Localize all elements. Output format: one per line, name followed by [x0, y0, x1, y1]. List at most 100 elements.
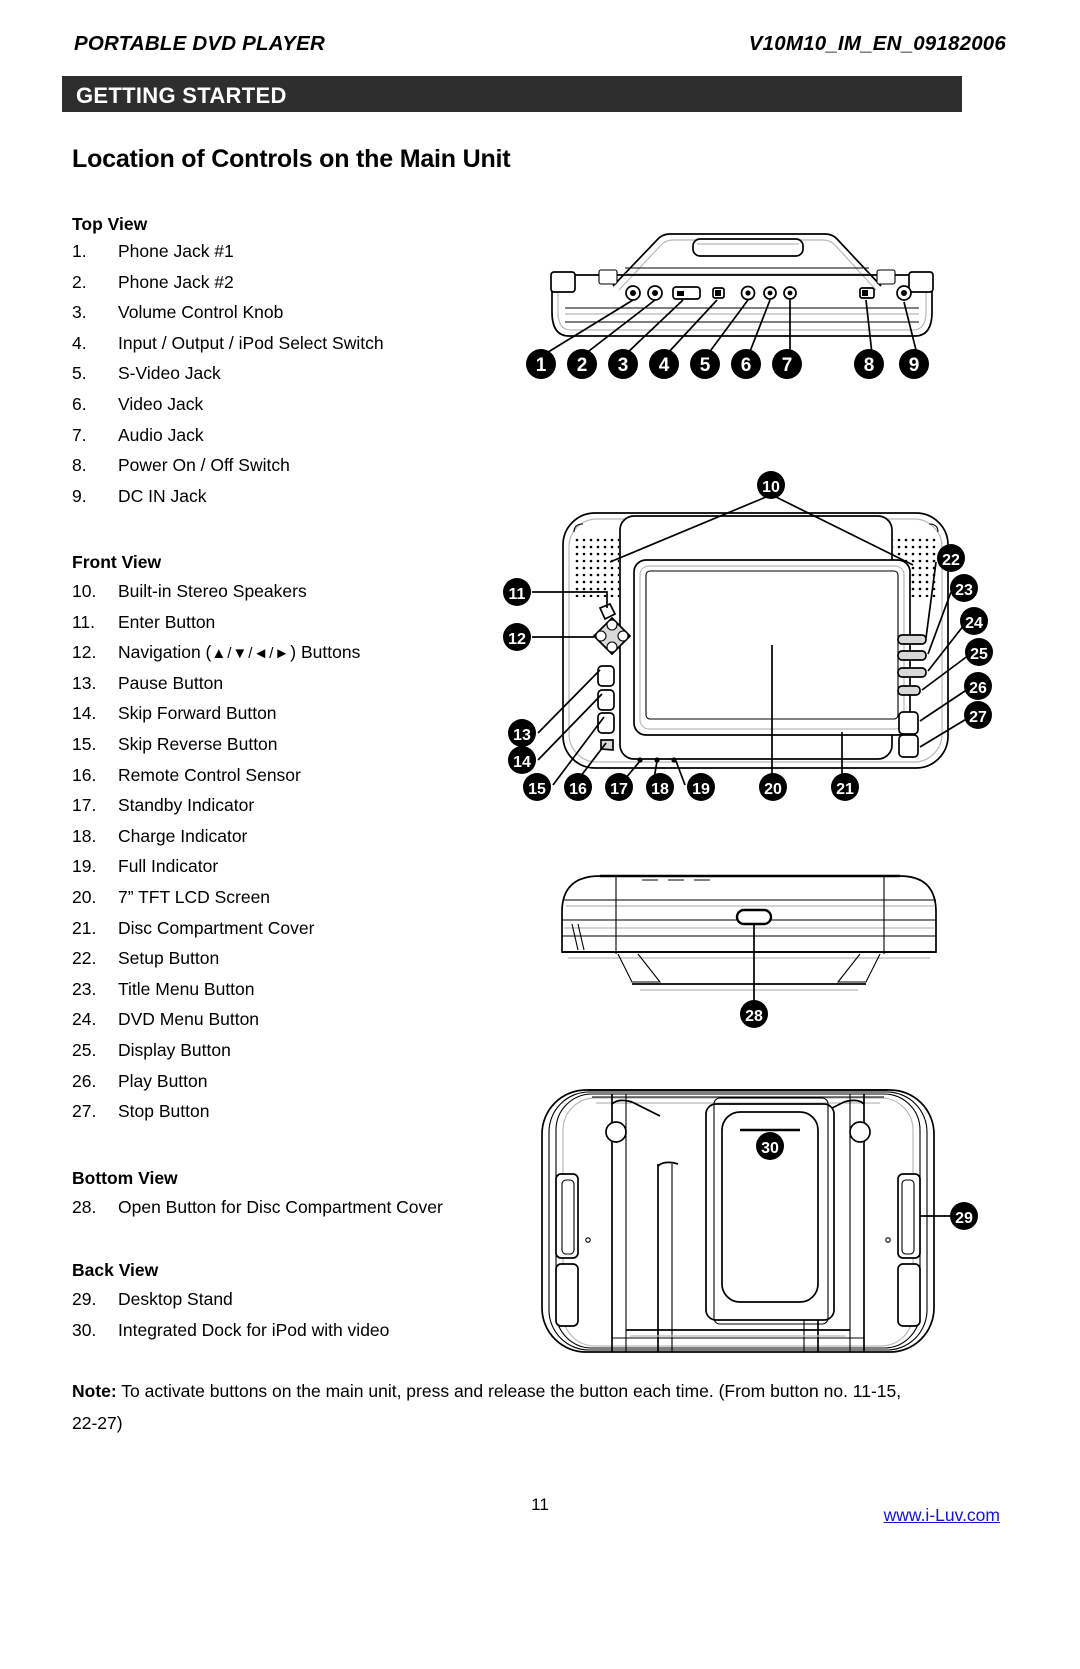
svg-text:10: 10	[762, 479, 780, 496]
list-item-number: 1.	[72, 241, 87, 261]
svg-text:24: 24	[965, 615, 983, 632]
list-item-number: 5.	[72, 363, 87, 384]
svg-text:5: 5	[700, 355, 711, 376]
list-item: 30. Integrated Dock for iPod with video	[72, 1319, 390, 1352]
callout-30: 30	[756, 1132, 784, 1160]
svg-text:21: 21	[836, 781, 854, 798]
list-item: 11. Enter Button	[72, 611, 360, 644]
list-item-number: 17.	[72, 795, 97, 816]
callout-12: 12	[503, 623, 531, 651]
callout-6: 6	[731, 349, 761, 379]
note-text: To activate buttons on the main unit, pr…	[72, 1381, 902, 1434]
list-front-view: 10. Built-in Stereo Speakers 11. Enter Butt…	[72, 582, 360, 1133]
list-item: 28. Open Button for Disc Compartment Cove…	[72, 1198, 443, 1229]
list-item-label: Full Indicator	[118, 856, 219, 877]
list-item-label: 7” TFT LCD Screen	[118, 886, 271, 907]
list-item: 24. DVD Menu Button	[72, 1010, 360, 1041]
svg-text:1: 1	[536, 355, 547, 376]
callout-26: 26	[964, 672, 992, 700]
list-item-label: S-Video Jack	[118, 363, 221, 384]
svg-text:27: 27	[969, 709, 987, 726]
list-item-label: Skip Reverse Button	[118, 733, 278, 754]
figure-top-view: 1 2 3 4 5 6 7 8 9	[505, 212, 975, 392]
svg-text:22: 22	[942, 552, 960, 569]
list-item-number: 28.	[72, 1197, 97, 1217]
list-item-number: 29.	[72, 1289, 97, 1309]
svg-text:8: 8	[864, 355, 875, 376]
list-item-label: Built-in Stereo Speakers	[118, 581, 307, 601]
callout-3: 3	[608, 349, 638, 379]
list-item-label: Phone Jack #1	[118, 241, 234, 261]
list-item: 16. Remote Control Sensor	[72, 765, 360, 797]
list-item-number: 24.	[72, 1009, 97, 1030]
list-item: 5. S-Video Jack	[72, 364, 384, 395]
list-item-label: Setup Button	[118, 948, 220, 969]
list-item-label: Volume Control Knob	[118, 302, 284, 323]
list-item-number: 10.	[72, 581, 97, 601]
list-item: 7. Audio Jack	[72, 424, 384, 457]
list-item: 19. Full Indicator	[72, 857, 360, 888]
header-left-title: PORTABLE DVD PLAYER	[74, 32, 325, 55]
list-item-label: Integrated Dock for iPod with video	[118, 1319, 390, 1340]
figure-front-view: 10 11 12 13 14 15 16 17 18 19 20 21 22 2…	[470, 440, 993, 801]
svg-text:6: 6	[741, 355, 752, 376]
list-item-label: Play Button	[118, 1070, 208, 1091]
list-item-label: Stop Button	[118, 1101, 210, 1122]
figure-back-view: 30 29	[500, 1068, 980, 1358]
list-item-number: 26.	[72, 1070, 97, 1091]
svg-text:13: 13	[513, 727, 531, 744]
list-item-number: 22.	[72, 948, 97, 969]
svg-text:4: 4	[659, 355, 670, 376]
callout-20: 20	[759, 773, 787, 801]
callout-15: 15	[523, 773, 551, 801]
top-view-body	[550, 233, 934, 337]
list-item-label: Video Jack	[118, 393, 204, 414]
section-heading-bottom-view: Bottom View	[72, 1168, 178, 1188]
list-item-number: 12.	[72, 642, 97, 663]
list-bottom-view: 28. Open Button for Disc Compartment Cove…	[72, 1198, 443, 1229]
list-item: 18. Charge Indicator	[72, 826, 360, 858]
list-item-number: 13.	[72, 672, 97, 693]
svg-text:23: 23	[955, 582, 973, 599]
list-item: 8. Power On / Off Switch	[72, 456, 384, 487]
list-item: 15. Skip Reverse Button	[72, 735, 360, 766]
list-item-number: 23.	[72, 978, 97, 999]
list-item: 21. Disc Compartment Cover	[72, 917, 360, 950]
list-item: 14. Skip Forward Button	[72, 704, 360, 735]
list-item: 2. Phone Jack #2	[72, 272, 384, 304]
website-link[interactable]: www.i-Luv.com	[884, 1505, 1000, 1526]
callout-27: 27	[964, 701, 992, 729]
svg-text:20: 20	[764, 781, 782, 798]
top-view-ports	[625, 285, 912, 301]
callout-8: 8	[854, 349, 884, 379]
list-item: 3. Volume Control Knob	[72, 303, 384, 334]
list-item-number: 7.	[72, 424, 87, 445]
callout-10: 10	[757, 471, 785, 499]
callout-29: 29	[950, 1202, 978, 1230]
list-item: 27. Stop Button	[72, 1102, 360, 1133]
section-banner-label: GETTING STARTED	[76, 83, 287, 108]
list-item: 29. Desktop Stand	[72, 1290, 389, 1321]
callout-14: 14	[508, 746, 536, 774]
svg-text:30: 30	[761, 1140, 779, 1157]
svg-text:26: 26	[969, 680, 987, 697]
callout-9: 9	[899, 349, 929, 379]
svg-text:3: 3	[618, 355, 629, 376]
svg-text:16: 16	[569, 781, 587, 798]
svg-text:9: 9	[909, 355, 920, 376]
callout-1: 1	[526, 349, 556, 379]
svg-text:25: 25	[970, 646, 988, 663]
callout-7: 7	[772, 349, 802, 379]
list-item-label: DVD Menu Button	[118, 1009, 260, 1030]
list-item: 12. Navigation (▲/▼/◄/►) Buttons	[72, 643, 360, 674]
svg-text:28: 28	[745, 1008, 763, 1025]
list-item-label: Standby Indicator	[118, 795, 255, 816]
top-view-callouts: 1 2 3 4 5 6 7 8 9	[526, 349, 929, 379]
list-item: 25. Display Button	[72, 1041, 360, 1072]
list-item-number: 25.	[72, 1039, 97, 1060]
note-paragraph: Note: To activate buttons on the main un…	[72, 1375, 902, 1440]
figure-bottom-view: 28	[500, 862, 970, 1028]
list-top-view: 1. Phone Jack #1 2. Phone Jack #2 3. Volume C…	[72, 242, 384, 517]
list-item-label: Enter Button	[118, 611, 216, 632]
list-item-label: Disc Compartment Cover	[118, 917, 315, 938]
